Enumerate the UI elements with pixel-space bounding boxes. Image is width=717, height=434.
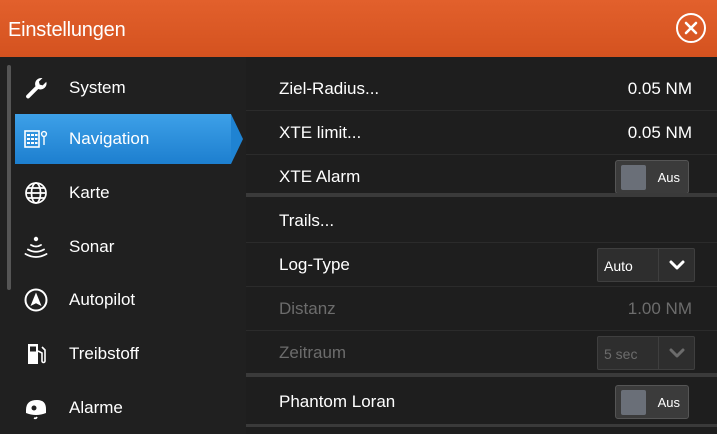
sidebar-item-label: Karte (69, 183, 110, 202)
sidebar-item-label: System (69, 78, 126, 97)
phantom-loran-toggle[interactable]: Aus (615, 385, 689, 419)
toggle-knob (621, 390, 646, 415)
sidebar-item-treibstoff[interactable]: Treibstoff (15, 329, 231, 379)
sidebar-item-label: Sonar (69, 237, 115, 256)
sidebar-item-alarme[interactable]: Alarme (15, 383, 231, 433)
sidebar-item-label: Alarme (69, 398, 123, 417)
toggle-state: Aus (657, 170, 680, 185)
sidebar-item-system[interactable]: System (15, 63, 231, 113)
setting-label: Zeitraum (279, 343, 347, 362)
setting-distanz: Distanz 1.00 NM (246, 287, 717, 331)
log-type-select[interactable]: Auto (597, 247, 695, 282)
chevron-down-icon (658, 337, 694, 369)
select-value: 5 sec (604, 346, 638, 362)
setting-label: XTE limit... (279, 122, 362, 142)
title-bar: Einstellungen (0, 0, 717, 57)
wrench-icon (23, 75, 49, 101)
setting-label: Ziel-Radius... (279, 78, 380, 98)
toggle-knob (621, 165, 646, 190)
setting-label: XTE Alarm (279, 167, 361, 186)
close-button[interactable] (676, 13, 706, 43)
setting-label: Phantom Loran (279, 392, 396, 411)
toggle-state: Aus (657, 395, 680, 410)
zeitraum-select: 5 sec (597, 336, 695, 370)
chevron-down-icon (658, 248, 694, 281)
setting-label: Distanz (279, 298, 336, 318)
sidebar-item-sonar[interactable]: Sonar (15, 222, 231, 272)
globe-icon (23, 180, 49, 206)
setting-log-type: Log-Type Auto (246, 243, 717, 287)
fuel-icon (23, 341, 49, 367)
setting-label: Log-Type (279, 254, 350, 274)
setting-trails[interactable]: Trails... (246, 199, 717, 243)
setting-phantom-loran: Phantom Loran Aus (246, 380, 717, 424)
section-divider (246, 193, 717, 197)
settings-panel: Ziel-Radius... 0.05 NM XTE limit... 0.05… (246, 57, 717, 434)
sidebar-scrollbar[interactable] (7, 65, 11, 290)
sidebar-item-navigation[interactable]: Navigation (15, 114, 243, 164)
sidebar-item-label: Autopilot (69, 290, 136, 309)
setting-label: Trails... (279, 210, 335, 230)
setting-ziel-radius[interactable]: Ziel-Radius... 0.05 NM (246, 67, 717, 111)
section-divider (246, 373, 717, 377)
alarm-icon (23, 395, 49, 421)
setting-xte-limit[interactable]: XTE limit... 0.05 NM (246, 111, 717, 155)
autopilot-icon (23, 287, 49, 313)
xte-alarm-toggle[interactable]: Aus (615, 160, 689, 194)
sidebar-item-karte[interactable]: Karte (15, 168, 231, 218)
window-title: Einstellungen (8, 19, 126, 41)
sidebar-item-label: Navigation (69, 129, 150, 148)
sidebar-item-label: Treibstoff (69, 344, 139, 363)
setting-value: 1.00 NM (627, 298, 692, 318)
setting-value: 0.05 NM (627, 122, 692, 142)
section-divider (246, 424, 717, 427)
setting-value: 0.05 NM (627, 78, 692, 98)
navigation-icon (23, 126, 49, 152)
sonar-icon (23, 234, 49, 260)
sidebar: System Navigation Karte Sonar Autopilot … (0, 57, 246, 434)
close-icon (684, 21, 698, 35)
sidebar-item-autopilot[interactable]: Autopilot (15, 275, 231, 325)
setting-zeitraum: Zeitraum 5 sec (246, 331, 717, 375)
select-value: Auto (604, 257, 633, 274)
